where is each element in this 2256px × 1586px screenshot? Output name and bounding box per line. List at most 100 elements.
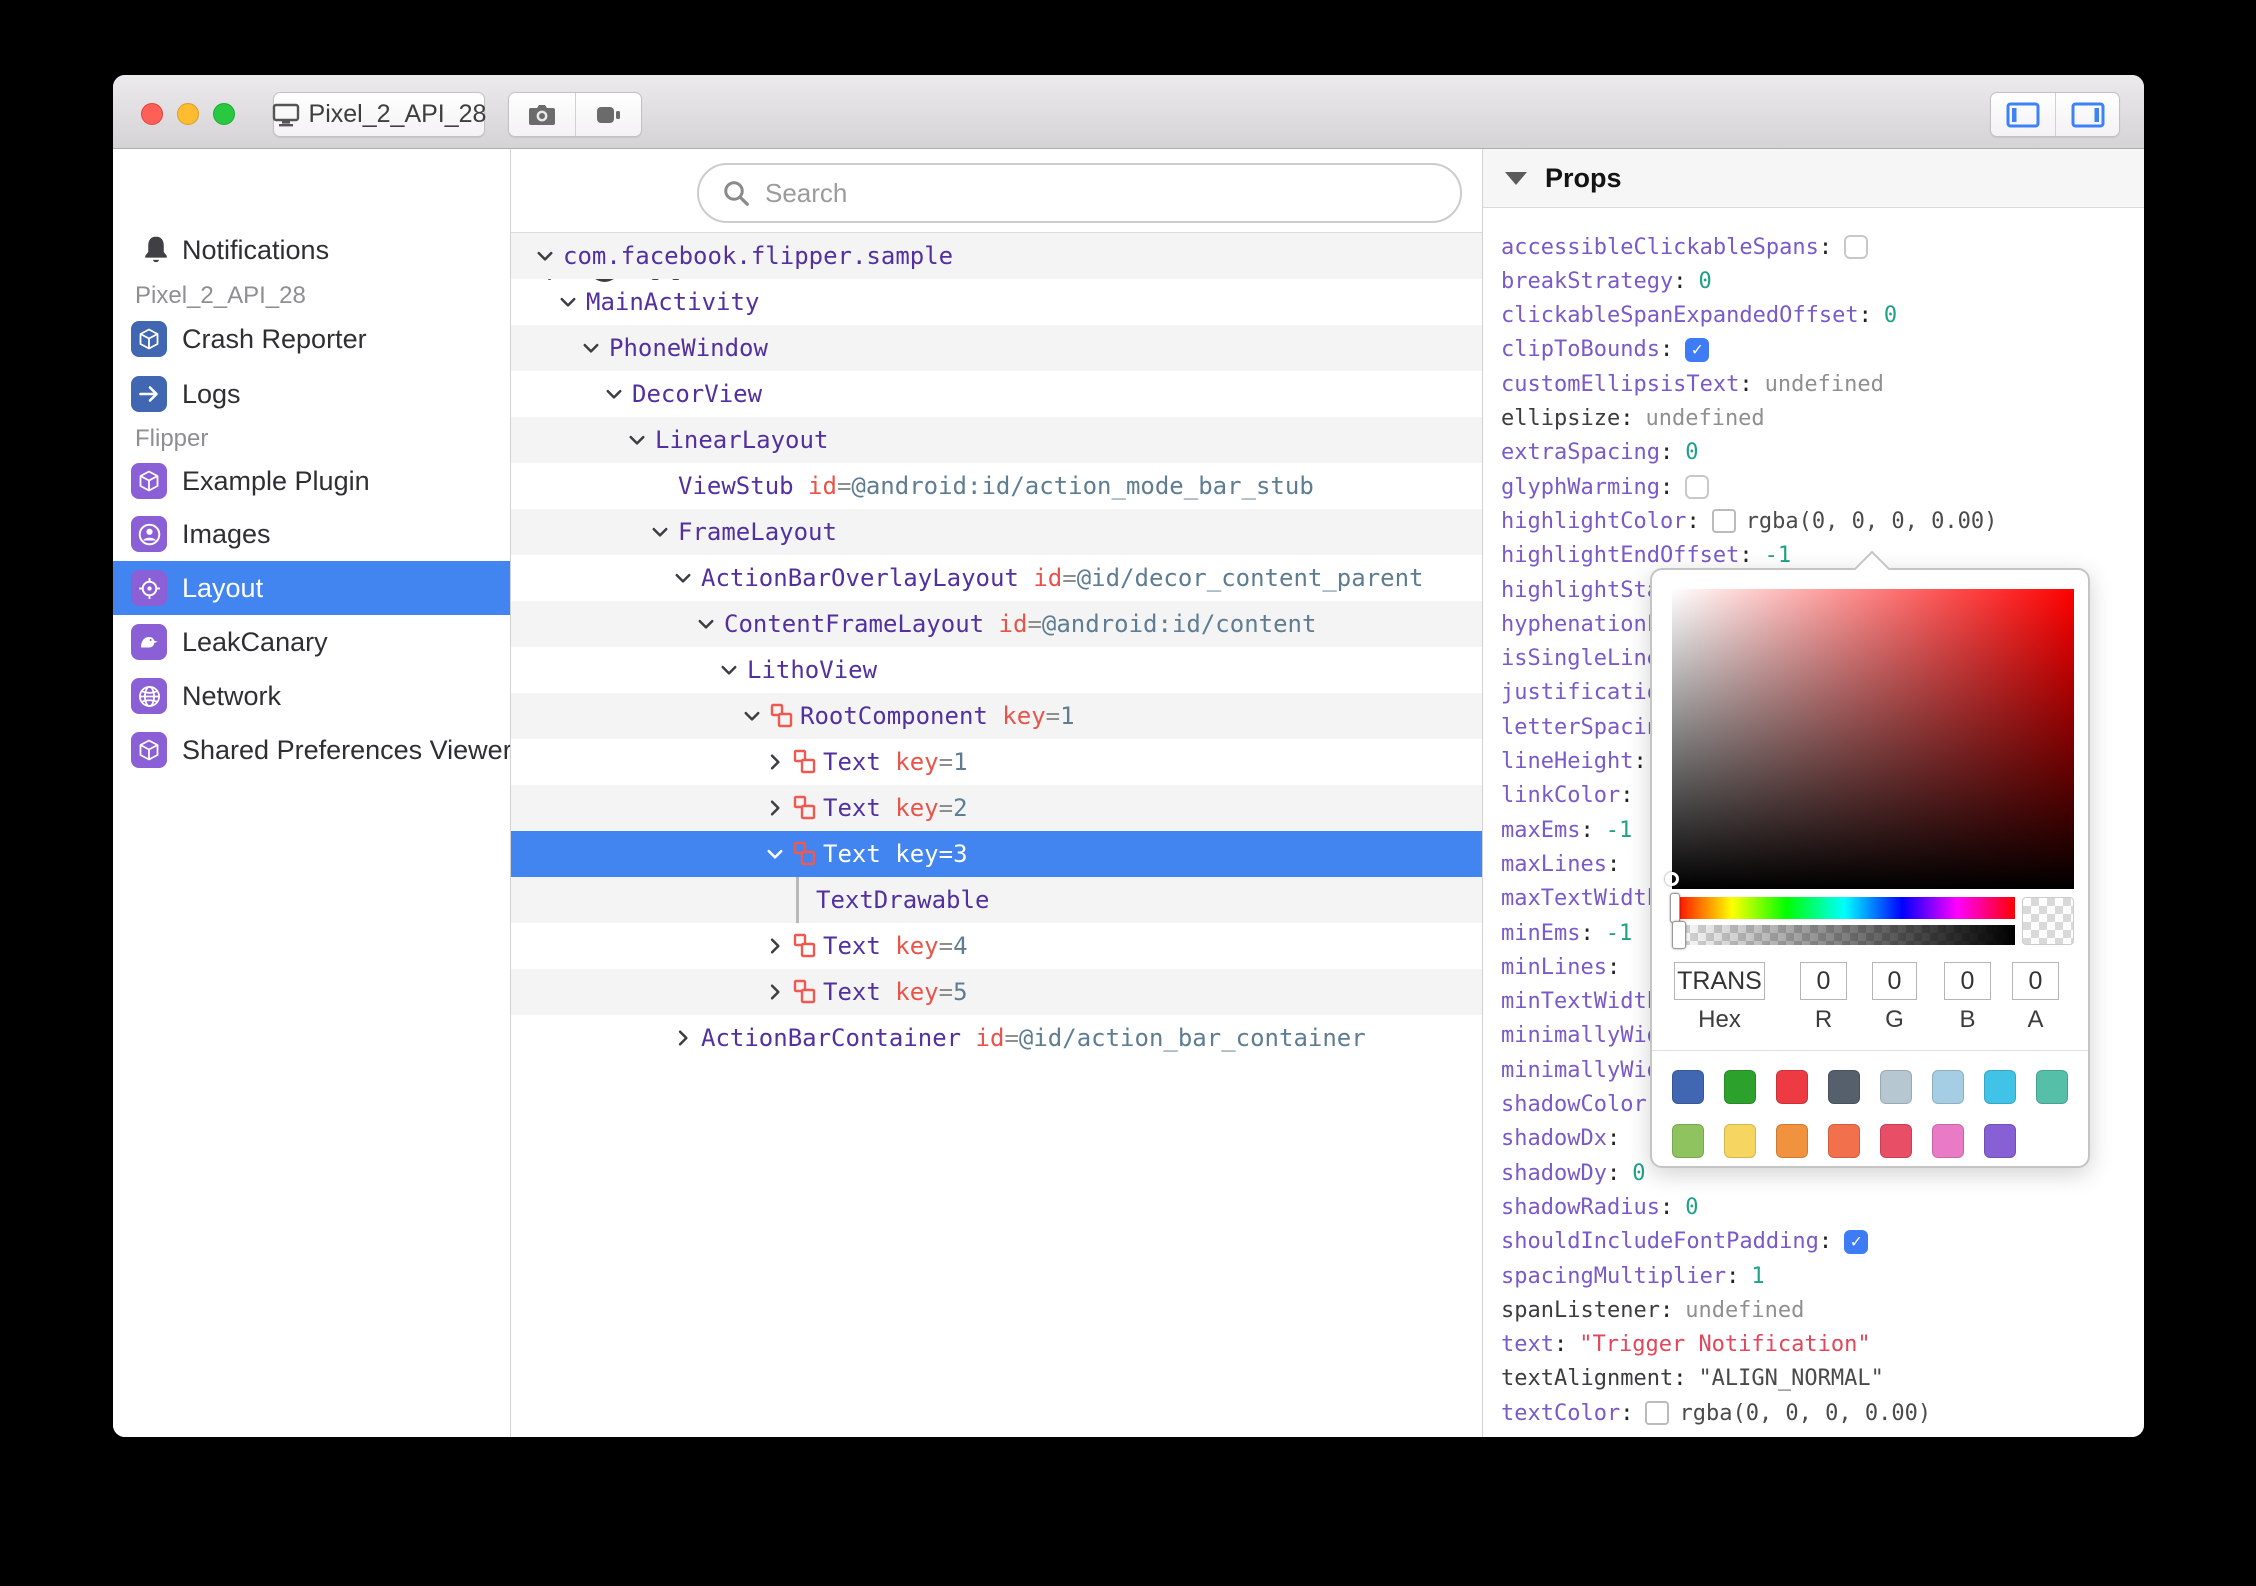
prop-value[interactable]: -1	[1606, 921, 1633, 946]
chevron-right-icon[interactable]	[765, 982, 785, 1002]
tree-node-text-1[interactable]: Text key=1	[511, 739, 1482, 785]
preset-color-swatch-e84e66[interactable]	[1880, 1124, 1912, 1158]
tree-node-text-4[interactable]: Text key=4	[511, 923, 1482, 969]
chevron-down-icon[interactable]	[742, 706, 762, 726]
video-camera-icon	[594, 103, 624, 127]
close-window-button[interactable]	[141, 103, 163, 125]
tree-node-contentframelayout--android-id-content[interactable]: ContentFrameLayout id=@android:id/conten…	[511, 601, 1482, 647]
toggle-left-panel-button[interactable]	[1991, 93, 2055, 136]
tree-node-rootcomponent-1[interactable]: RootComponent key=1	[511, 693, 1482, 739]
prop-value[interactable]: 0	[1632, 1161, 1645, 1186]
toggle-right-panel-button[interactable]	[2055, 93, 2119, 136]
screenshot-button[interactable]	[509, 93, 575, 136]
chevron-right-icon[interactable]	[673, 1028, 693, 1048]
hue-slider[interactable]	[1674, 897, 2015, 919]
tree-node-lithoview[interactable]: LithoView	[511, 647, 1482, 693]
alpha-slider[interactable]	[1674, 925, 2015, 945]
preset-color-swatch-ee3a43[interactable]	[1776, 1070, 1808, 1104]
preset-color-swatch-41c3e8[interactable]	[1984, 1070, 2016, 1104]
alpha-slider-handle[interactable]	[1672, 921, 1686, 949]
chevron-down-icon[interactable]	[696, 614, 716, 634]
sidebar-item-crash-reporter[interactable]: Crash Reporter	[113, 312, 510, 366]
prop-value[interactable]: 0	[1698, 269, 1711, 294]
screen-record-button[interactable]	[575, 93, 641, 136]
device-selector-button[interactable]: Pixel_2_API_28	[272, 92, 486, 137]
chevron-down-icon[interactable]	[581, 338, 601, 358]
sidebar-item-network[interactable]: Network	[113, 669, 510, 723]
chevron-right-icon[interactable]	[765, 936, 785, 956]
color-swatch-button[interactable]	[1645, 1401, 1670, 1426]
sidebar-item-notifications[interactable]: Notifications	[113, 229, 510, 273]
preset-color-swatch-8660d4[interactable]	[1984, 1124, 2016, 1158]
prop-value[interactable]: 0	[1685, 440, 1698, 465]
preset-color-swatch-4267b2[interactable]	[1672, 1070, 1704, 1104]
chevron-down-icon[interactable]	[558, 292, 578, 312]
prop-value[interactable]: 0	[1685, 1195, 1698, 1220]
preset-color-swatch-8ec35f[interactable]	[1672, 1124, 1704, 1158]
prop-value[interactable]: -1	[1606, 818, 1633, 843]
alpha-input[interactable]	[2012, 962, 2059, 1000]
preset-color-swatch-b6c7d1[interactable]	[1880, 1070, 1912, 1104]
preset-color-swatch-f6d660[interactable]	[1724, 1124, 1756, 1158]
tree-node-com-facebook-flipper-sample[interactable]: com.facebook.flipper.sample	[511, 233, 1482, 279]
arrow-right-icon	[131, 376, 167, 412]
sidebar-item-shared-preferences-viewer[interactable]: Shared Preferences Viewer	[113, 723, 510, 777]
prop-value[interactable]: 1	[1751, 1264, 1764, 1289]
minimize-window-button[interactable]	[177, 103, 199, 125]
green-input[interactable]	[1872, 962, 1917, 1000]
tree-node-linearlayout[interactable]: LinearLayout	[511, 417, 1482, 463]
tree-node-text-2[interactable]: Text key=2	[511, 785, 1482, 831]
sidebar-item-example-plugin[interactable]: Example Plugin	[113, 454, 510, 508]
preset-color-swatch-f3704c[interactable]	[1828, 1124, 1860, 1158]
preset-color-swatch-55bfa8[interactable]	[2036, 1070, 2068, 1104]
checkbox-unchecked-icon[interactable]	[1685, 475, 1710, 500]
sidebar-item-images[interactable]: Images	[113, 507, 510, 561]
chevron-down-icon[interactable]	[673, 568, 693, 588]
preset-color-swatch-e97bc6[interactable]	[1932, 1124, 1964, 1158]
preset-color-swatch-2ca12c[interactable]	[1724, 1070, 1756, 1104]
red-input[interactable]	[1800, 962, 1847, 1000]
prop-value[interactable]: "Trigger Notification"	[1579, 1332, 1870, 1357]
chevron-down-icon[interactable]	[604, 384, 624, 404]
tree-node-viewstub--android-id-action-mode-bar-stub[interactable]: ViewStub id=@android:id/action_mode_bar_…	[511, 463, 1482, 509]
hex-input[interactable]	[1674, 962, 1765, 1000]
saturation-value-gradient[interactable]	[1672, 589, 2074, 889]
tree-node-actionbaroverlaylayout--id-decor-content-parent[interactable]: ActionBarOverlayLayout id=@id/decor_cont…	[511, 555, 1482, 601]
tree-node-actionbarcontainer--id-action-bar-container[interactable]: ActionBarContainer id=@id/action_bar_con…	[511, 1015, 1482, 1061]
blue-input[interactable]	[1944, 962, 1991, 1000]
prop-value[interactable]: -1	[1765, 543, 1792, 568]
tree-node-mainactivity[interactable]: MainActivity	[511, 279, 1482, 325]
chevron-right-icon[interactable]	[765, 798, 785, 818]
checkbox-checked-icon[interactable]: ✓	[1844, 1229, 1869, 1254]
tree-node-decorview[interactable]: DecorView	[511, 371, 1482, 417]
saturation-value-cursor[interactable]	[1665, 872, 1679, 886]
props-section-header[interactable]: Props	[1483, 149, 2144, 208]
sidebar-item-leakcanary[interactable]: LeakCanary	[113, 615, 510, 669]
preset-color-swatch-56606c[interactable]	[1828, 1070, 1860, 1104]
preset-color-swatch-a5cee4[interactable]	[1932, 1070, 1964, 1104]
chevron-down-icon[interactable]	[719, 660, 739, 680]
color-swatch-button[interactable]	[1711, 509, 1736, 534]
checkbox-unchecked-icon[interactable]	[1844, 235, 1869, 259]
hue-slider-handle[interactable]	[1670, 893, 1680, 923]
prop-value[interactable]: 0	[1884, 303, 1897, 328]
sidebar-item-logs[interactable]: Logs	[113, 367, 510, 421]
sidebar-item-layout[interactable]: Layout	[113, 561, 510, 615]
tree-node-framelayout[interactable]: FrameLayout	[511, 509, 1482, 555]
titlebar[interactable]: Pixel_2_API_28	[113, 75, 2144, 149]
zoom-window-button[interactable]	[213, 103, 235, 125]
chevron-right-icon[interactable]	[765, 752, 785, 772]
tree-node-text-5[interactable]: Text key=5	[511, 969, 1482, 1015]
prop-key: maxLines	[1501, 851, 1607, 877]
tree-node-text-3[interactable]: Text key=3	[511, 831, 1482, 877]
cube-icon	[131, 321, 167, 357]
tree-node-textdrawable[interactable]: TextDrawable	[511, 877, 1482, 923]
chevron-down-icon[interactable]	[627, 430, 647, 450]
chevron-down-icon[interactable]	[650, 522, 670, 542]
tree-node-phonewindow[interactable]: PhoneWindow	[511, 325, 1482, 371]
chevron-down-icon[interactable]	[765, 844, 785, 864]
preset-color-swatch-f0923e[interactable]	[1776, 1124, 1808, 1158]
checkbox-checked-icon[interactable]: ✓	[1685, 337, 1710, 362]
chevron-down-icon[interactable]	[535, 246, 555, 266]
search-input[interactable]	[765, 177, 1460, 209]
